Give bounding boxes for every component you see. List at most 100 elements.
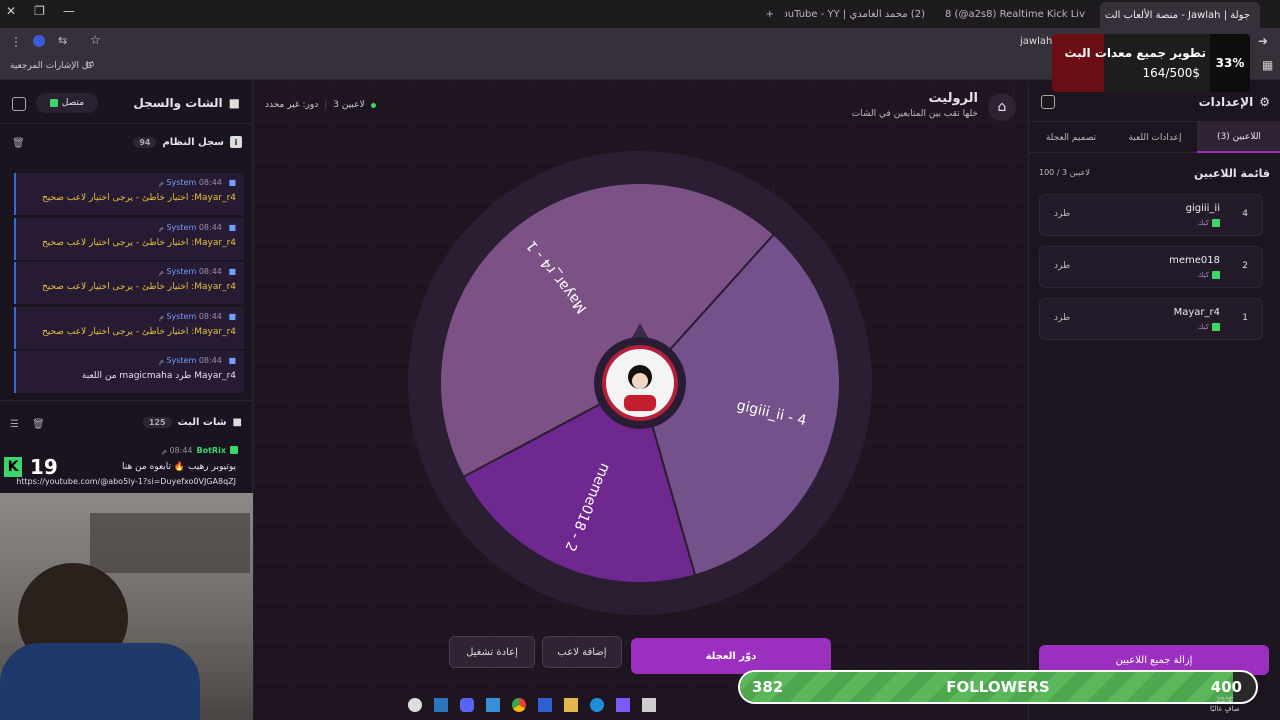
menu-dots-icon[interactable]: ⋮ xyxy=(10,35,22,49)
all-bookmarks-label[interactable]: كل الإشارات المرجعية xyxy=(10,61,93,71)
kick-viewer-overlay: K 19 xyxy=(4,455,58,479)
chat-icon: ■ xyxy=(232,417,242,428)
player-platform: كيك xyxy=(1197,323,1209,331)
kick-player-button[interactable]: طرد xyxy=(1054,313,1070,323)
status-text: متصل xyxy=(61,98,85,108)
home-icon: ⌂ xyxy=(997,99,1007,115)
restart-button[interactable]: إعادة تشغيل xyxy=(449,636,535,668)
log-item: ■ System 08:44 م Mayar_r4 طرد magicmaha … xyxy=(14,351,244,393)
log-user: Mayar_r4 xyxy=(194,193,236,203)
url-text[interactable]: jawlah. xyxy=(1020,36,1056,47)
stream-chat-count: 125 xyxy=(142,417,172,428)
filter-icon[interactable]: ☰ xyxy=(10,419,19,430)
log-sender: System xyxy=(166,223,197,232)
donation-goal-overlay: تطوير جميع معدات البث 164/500$ 33% xyxy=(1052,34,1250,92)
tab-label: A2S8 (@a2s8) Realtime Kick Liv xyxy=(945,8,1085,20)
player-row: 4 gigiii_ii كيك طرد xyxy=(1039,194,1263,236)
log-message: : اختيار خاطئ - يرجى اختيار لاعب صحيح xyxy=(41,238,195,248)
window-controls: ✕ ❐ — xyxy=(6,4,75,18)
bot-icon: ■ xyxy=(228,312,236,321)
spin-wheel-button[interactable]: دوّر العجلة xyxy=(631,638,831,674)
online-dot xyxy=(370,102,376,108)
log-sender: System xyxy=(166,178,197,187)
tab-jawlah[interactable]: جولة | Jawlah - منصة الألعاب الت ✕ xyxy=(1100,2,1260,28)
webcam-background xyxy=(90,513,250,573)
players-list-title: قائمة اللاعبين xyxy=(1194,167,1270,180)
minimize-window-icon[interactable]: — xyxy=(63,4,75,18)
kick-icon xyxy=(230,446,238,454)
bookmark-star-icon[interactable]: ☆ xyxy=(90,33,101,47)
player-row: 2 meme018 كيك طرد xyxy=(1039,246,1263,288)
back-arrow-icon[interactable]: ➜ xyxy=(1258,34,1268,48)
divider xyxy=(0,400,253,401)
system-log-title: سجل النظام xyxy=(162,136,224,148)
kick-icon xyxy=(1212,219,1220,227)
kick-icon xyxy=(49,99,58,107)
trash-icon[interactable]: 🗑 xyxy=(32,419,45,430)
connection-status-badge: متصل xyxy=(36,93,98,113)
mail-icon[interactable] xyxy=(486,698,500,712)
apps-grid-icon[interactable]: ▦ xyxy=(1262,58,1273,72)
kick-viewer-count: 19 xyxy=(30,455,58,479)
collapse-panel-icon[interactable] xyxy=(1041,95,1055,109)
panel-header: الشات والسجل ■ xyxy=(133,96,240,110)
trash-icon[interactable]: 🗑 xyxy=(12,138,25,149)
translate-icon[interactable]: ⇆ xyxy=(58,34,67,47)
chat-bubble-icon: ■ xyxy=(228,96,240,110)
store-icon[interactable] xyxy=(538,698,552,712)
profile-avatar[interactable] xyxy=(33,35,45,47)
close-window-icon[interactable]: ✕ xyxy=(6,4,16,18)
close-tab-icon[interactable]: ✕ xyxy=(1100,9,1101,22)
weather-temp: 25°C xyxy=(1216,696,1234,704)
kick-player-button[interactable]: طرد xyxy=(1054,261,1070,271)
log-item: ■ System 08:44 م Mayar_r4: اختيار خاطئ -… xyxy=(14,307,244,349)
settings-header: الإعدادات ⚙ xyxy=(1199,95,1270,109)
donation-percent: 33% xyxy=(1210,34,1250,92)
bot-icon: ■ xyxy=(228,223,236,232)
roulette-area: دور: غير محدد | 3 لاعبين الروليت خلها تق… xyxy=(253,81,1028,720)
tab-youtube[interactable]: (2) محمد الغامدي | YouTube - YY ✕ xyxy=(785,4,935,24)
chat-time: 08:44 م xyxy=(161,446,193,455)
log-item: ■ System 08:44 م Mayar_r4: اختيار خاطئ -… xyxy=(14,262,244,304)
folder-icon[interactable] xyxy=(564,698,578,712)
system-log-header: 94 سجل النظام i xyxy=(133,136,242,148)
restore-window-icon[interactable]: ❐ xyxy=(34,4,45,18)
add-player-button[interactable]: إضافة لاعب xyxy=(542,636,622,668)
discord-icon[interactable] xyxy=(460,698,474,712)
weather-label: صافٍ غالبًا xyxy=(1210,705,1240,713)
player-name: gigiii_ii xyxy=(1185,203,1220,214)
tab-players[interactable]: اللاعبين (3) xyxy=(1197,122,1280,153)
app-icon[interactable] xyxy=(616,698,630,712)
new-tab-button[interactable]: + xyxy=(760,4,780,24)
player-name: Mayar_r4 xyxy=(1173,307,1220,318)
steam-icon[interactable] xyxy=(434,698,448,712)
tab-kick[interactable]: A2S8 (@a2s8) Realtime Kick Liv ✕ xyxy=(945,4,1095,24)
bot-icon: ■ xyxy=(228,356,236,365)
roulette-wheel[interactable]: Mayar_r4 - 1gigiii_ii - 4meme018 - 2 xyxy=(408,151,873,616)
donation-amount: 164/500$ xyxy=(1142,66,1201,80)
panel-title: الشات والسجل xyxy=(133,96,223,110)
tab-game-settings[interactable]: إعدادات اللعبة xyxy=(1113,122,1197,153)
stream-chat-title: شات البث xyxy=(177,417,227,428)
weather-widget[interactable]: 25°C صافٍ غالبًا xyxy=(1210,696,1240,714)
kick-player-button[interactable]: طرد xyxy=(1054,209,1070,219)
divider xyxy=(0,123,253,124)
log-message: : اختيار خاطئ - يرجى اختيار لاعب صحيح xyxy=(41,327,195,337)
player-platform: كيك xyxy=(1197,271,1209,279)
edge-icon[interactable] xyxy=(590,698,604,712)
settings-title: الإعدادات xyxy=(1198,95,1254,109)
log-user: Mayar_r4 xyxy=(194,282,236,292)
folder-icon: ▭ xyxy=(85,59,95,70)
chat-message-header: BotRix 08:44 م xyxy=(162,446,238,455)
chat-sender: BotRix xyxy=(196,446,226,455)
kick-logo-icon: K xyxy=(4,457,22,477)
taskbar-app-icon[interactable] xyxy=(408,698,422,712)
home-button[interactable]: ⌂ xyxy=(988,93,1016,121)
jawlah-app: متصل الشات والسجل ■ 🗑 94 سجل النظام i ■ … xyxy=(0,81,1280,720)
avatar-shirt xyxy=(624,395,656,411)
app-icon[interactable] xyxy=(642,698,656,712)
collapse-panel-icon[interactable] xyxy=(12,97,26,111)
settings-panel: الإعدادات ⚙ اللاعبين (3) إعدادات اللعبة … xyxy=(1028,81,1280,720)
chrome-icon[interactable] xyxy=(512,698,526,712)
tab-wheel-design[interactable]: تصميم العجلة xyxy=(1029,122,1113,153)
